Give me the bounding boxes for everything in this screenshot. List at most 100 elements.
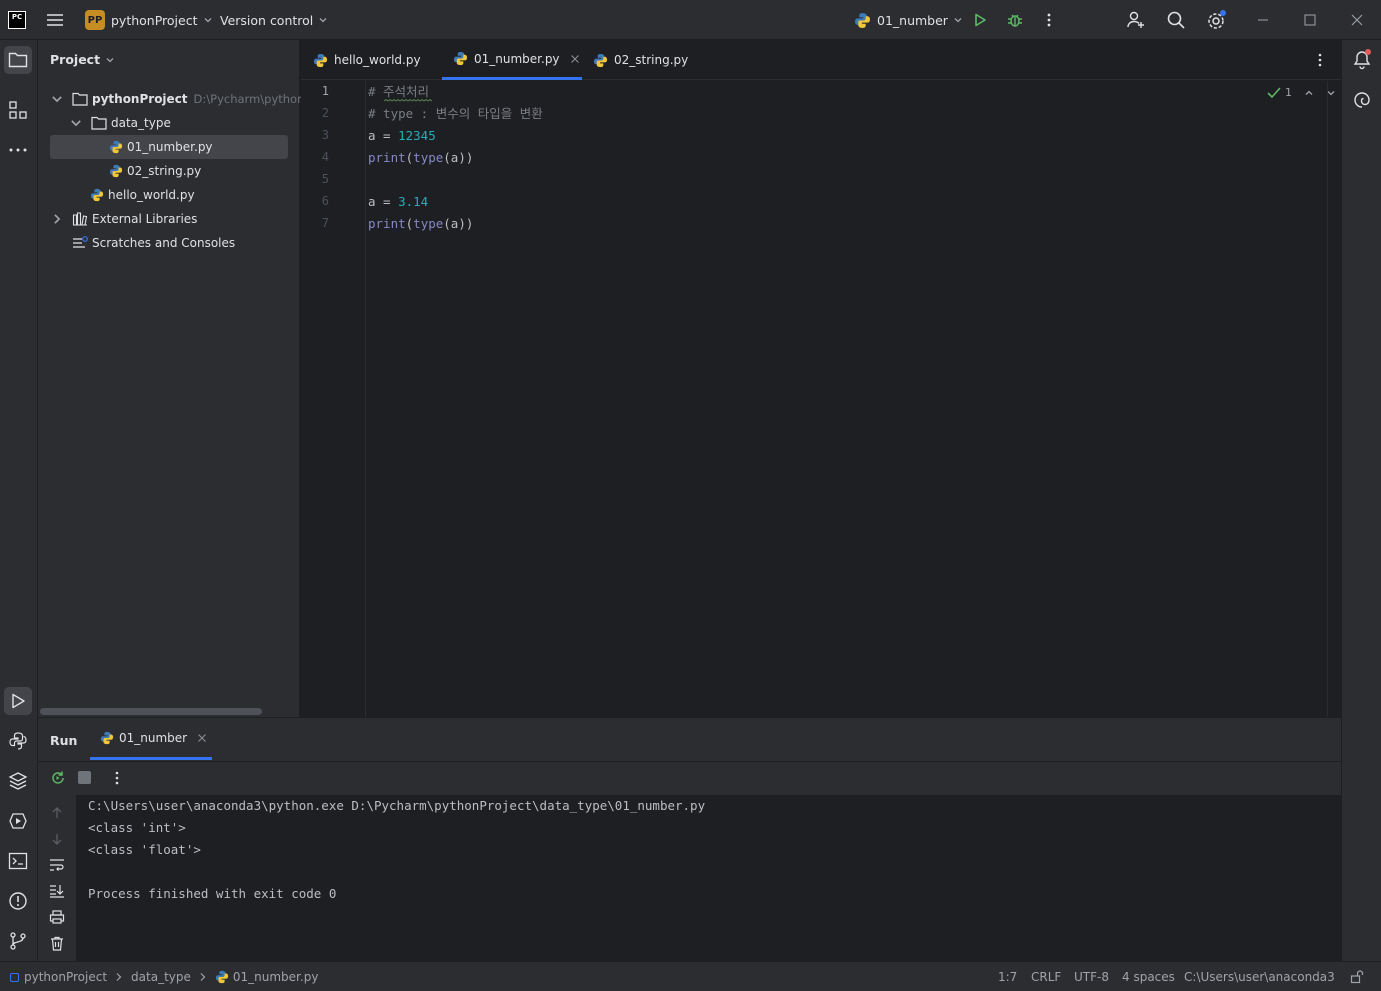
main-menu-button[interactable] bbox=[46, 0, 64, 40]
unlock-icon bbox=[1350, 970, 1364, 984]
tree-scratches-and-consoles[interactable]: Scratches and Consoles bbox=[72, 231, 235, 255]
project-panel: Project pythonProject D:\Pycharm\pythonP… bbox=[38, 40, 316, 717]
pycharm-logo-icon: PC bbox=[8, 11, 26, 29]
project-view-selector[interactable]: Project bbox=[50, 52, 115, 67]
code-line-7: print(type(a)) bbox=[368, 213, 473, 235]
console-line: <class 'int'> bbox=[88, 820, 186, 835]
line-number: 7 bbox=[321, 216, 329, 230]
tree-file-hello-world[interactable]: hello_world.py bbox=[90, 183, 195, 207]
code-number-literal: 12345 bbox=[398, 128, 436, 143]
clear-output-button[interactable] bbox=[50, 936, 64, 951]
hamburger-icon bbox=[47, 14, 63, 26]
terminal-icon bbox=[8, 852, 28, 870]
code-editor[interactable]: # 주석처리 # type : 변수의 타입을 변환 a = 12345 pri… bbox=[367, 81, 1335, 717]
rerun-button[interactable] bbox=[50, 770, 66, 786]
chevron-down-icon bbox=[71, 120, 81, 127]
close-icon[interactable] bbox=[570, 54, 580, 64]
maximize-button[interactable] bbox=[1303, 0, 1317, 40]
run-console-output[interactable]: C:\Users\user\anaconda3\python.exe D:\Py… bbox=[76, 795, 1341, 961]
notifications-button[interactable] bbox=[1351, 48, 1373, 70]
tab-02-string[interactable]: 02_string.py bbox=[593, 40, 688, 80]
run-button[interactable] bbox=[972, 0, 988, 40]
project-name: pythonProject bbox=[111, 12, 198, 28]
bug-icon bbox=[1008, 14, 1022, 27]
services-tool-button[interactable] bbox=[4, 807, 32, 835]
git-tool-button[interactable] bbox=[4, 927, 32, 955]
read-only-toggle[interactable] bbox=[1350, 962, 1364, 991]
horizontal-scrollbar[interactable] bbox=[40, 708, 262, 715]
tree-file-02-string[interactable]: 02_string.py bbox=[109, 159, 201, 183]
tab-label: hello_world.py bbox=[334, 53, 421, 67]
scroll-up-button[interactable] bbox=[50, 806, 64, 820]
breadcrumb-item[interactable]: pythonProject bbox=[24, 970, 107, 984]
stop-button[interactable] bbox=[78, 771, 91, 784]
tab-label: 02_string.py bbox=[614, 53, 689, 67]
line-number: 5 bbox=[321, 172, 329, 186]
more-actions-button[interactable] bbox=[1043, 0, 1055, 40]
run-config-name: 01_number bbox=[877, 12, 948, 28]
folder-icon bbox=[8, 52, 28, 68]
run-tab-01-number[interactable]: 01_number bbox=[90, 718, 212, 760]
inspection-widget[interactable]: 1 bbox=[1267, 86, 1336, 99]
project-tool-button[interactable] bbox=[4, 46, 32, 74]
indent-setting[interactable]: 4 spaces bbox=[1122, 962, 1175, 991]
breadcrumb-item[interactable]: 01_number.py bbox=[233, 970, 319, 984]
folder-icon bbox=[91, 116, 107, 130]
close-window-button[interactable] bbox=[1350, 0, 1364, 40]
minimize-button[interactable] bbox=[1256, 0, 1270, 40]
code-line-6: a = 3.14 bbox=[368, 191, 428, 213]
tree-file-label: 01_number.py bbox=[127, 140, 213, 154]
python-interpreter[interactable]: C:\Users\user\anaconda3 bbox=[1184, 962, 1335, 991]
problems-tool-button[interactable] bbox=[4, 887, 32, 915]
run-more-button[interactable] bbox=[112, 770, 122, 786]
terminal-tool-button[interactable] bbox=[4, 847, 32, 875]
tree-folder-data-type[interactable]: data_type bbox=[69, 111, 171, 135]
tab-options-button[interactable] bbox=[1315, 40, 1325, 80]
line-number: 1 bbox=[321, 84, 329, 98]
soft-wrap-button[interactable] bbox=[49, 858, 65, 872]
console-line: Process finished with exit code 0 bbox=[88, 886, 337, 901]
project-switcher[interactable]: PP pythonProject bbox=[85, 0, 213, 40]
close-icon[interactable] bbox=[197, 733, 207, 743]
status-bar: pythonProject data_type 01_number.py 1:7… bbox=[0, 961, 1381, 991]
trash-icon bbox=[51, 936, 63, 951]
caret-position[interactable]: 1:7 bbox=[998, 962, 1017, 991]
python-packages-button[interactable] bbox=[4, 727, 32, 755]
ai-assistant-button[interactable] bbox=[1352, 90, 1372, 110]
settings-button[interactable] bbox=[1206, 0, 1228, 40]
tree-file-01-number[interactable]: 01_number.py bbox=[50, 135, 288, 159]
file-encoding[interactable]: UTF-8 bbox=[1074, 962, 1109, 991]
bell-icon bbox=[1353, 49, 1371, 70]
more-tools-button[interactable] bbox=[4, 136, 32, 164]
debug-button[interactable] bbox=[1006, 0, 1024, 40]
more-horizontal-icon bbox=[9, 148, 27, 152]
version-control-menu[interactable]: Version control bbox=[220, 0, 328, 40]
code-token: (a)) bbox=[443, 150, 474, 165]
python-file-icon bbox=[109, 164, 123, 178]
run-configuration-selector[interactable]: 01_number bbox=[854, 0, 963, 40]
code-with-me-button[interactable] bbox=[1126, 0, 1146, 40]
tree-external-libraries[interactable]: External Libraries bbox=[50, 207, 197, 231]
structure-tool-button[interactable] bbox=[4, 96, 32, 124]
more-vertical-icon bbox=[1318, 53, 1322, 67]
python-icon bbox=[9, 732, 27, 750]
breadcrumb-item[interactable]: data_type bbox=[131, 970, 191, 984]
tree-root-pythonproject[interactable]: pythonProject D:\Pycharm\pythonPr bbox=[50, 87, 316, 111]
run-tool-button[interactable] bbox=[4, 687, 32, 715]
line-ending[interactable]: CRLF bbox=[1031, 962, 1061, 991]
code-line-4: print(type(a)) bbox=[368, 147, 473, 169]
scroll-to-end-button[interactable] bbox=[49, 884, 65, 898]
wrap-icon bbox=[50, 859, 64, 871]
layers-tool-button[interactable] bbox=[4, 767, 32, 795]
inspection-count: 1 bbox=[1285, 86, 1292, 99]
tree-scratches-label: Scratches and Consoles bbox=[92, 236, 236, 250]
tab-01-number[interactable]: 01_number.py bbox=[442, 40, 582, 80]
scroll-down-button[interactable] bbox=[50, 832, 64, 846]
print-button[interactable] bbox=[49, 910, 65, 924]
python-file-icon bbox=[90, 188, 104, 202]
search-everywhere-button[interactable] bbox=[1166, 0, 1186, 40]
folder-icon bbox=[72, 92, 88, 106]
chevron-up-icon[interactable] bbox=[1304, 88, 1314, 98]
structure-icon bbox=[9, 101, 27, 119]
tab-hello-world[interactable]: hello_world.py bbox=[313, 40, 421, 80]
